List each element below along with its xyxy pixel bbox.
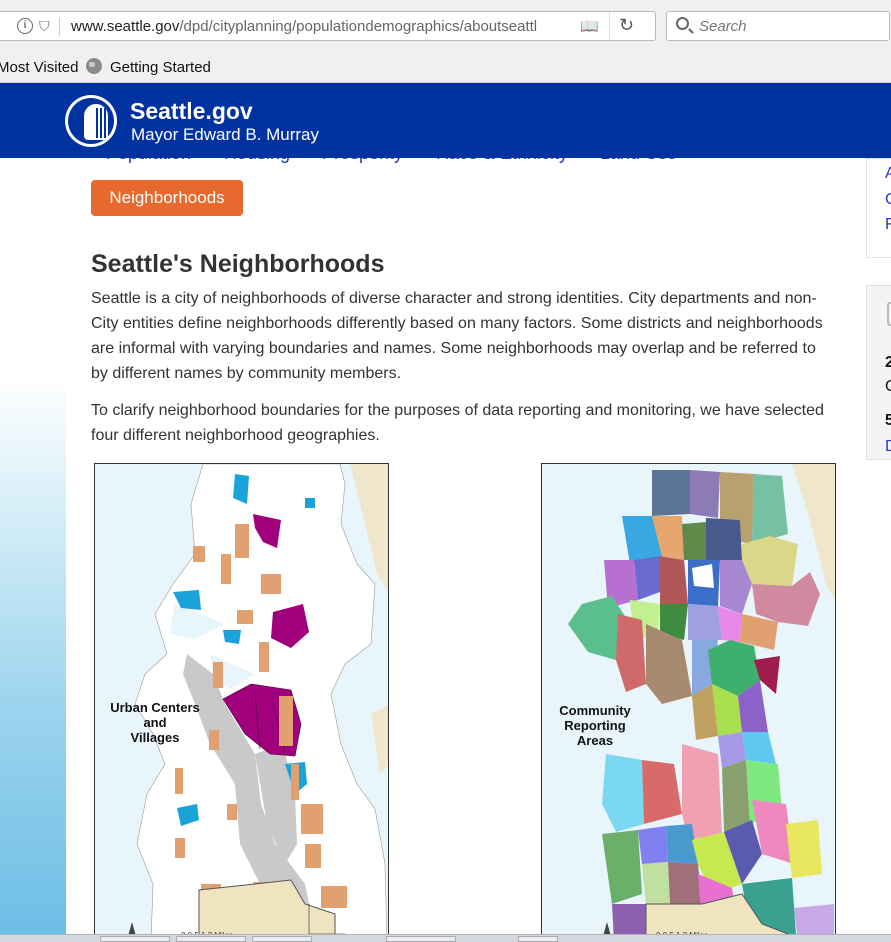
community-areas-map-label: Community Reporting Areas	[559, 703, 631, 748]
reader-view-icon[interactable]: 📖	[580, 17, 602, 35]
globe-icon	[86, 58, 102, 74]
sidebar-panel-stats: 2 C 5 D	[866, 285, 891, 460]
intro-paragraph: Seattle is a city of neighborhoods of di…	[91, 290, 823, 382]
bookmark-most-visited[interactable]: Most Visited	[0, 59, 78, 76]
tab-neighborhoods[interactable]: Neighborhoods	[91, 180, 243, 216]
sidebar-stat-1: 2	[885, 354, 891, 371]
address-separator	[59, 18, 60, 36]
site-header: Seattle.gov Mayor Edward B. Murray	[0, 83, 891, 158]
sidebar-link-3[interactable]: F	[885, 216, 891, 234]
search-box[interactable]: Search	[666, 11, 890, 41]
address-bar[interactable]: i ⛉ www.seattle.gov/dpd/cityplanning/pop…	[0, 11, 656, 41]
sidebar-stat-link[interactable]: D	[885, 438, 891, 456]
geographies-paragraph: To clarify neighborhood boundaries for t…	[91, 402, 824, 444]
bookmark-getting-started[interactable]: Getting Started	[110, 59, 211, 76]
sidebar-stat-2: C	[885, 378, 891, 395]
url-text[interactable]: www.seattle.gov/dpd/cityplanning/populat…	[71, 18, 553, 35]
address-divider	[609, 12, 610, 40]
taskbar-item[interactable]	[386, 936, 456, 942]
panel-icon	[887, 302, 891, 326]
urban-centers-villages-map[interactable]: Urban Centers and Villages 0 0.5 1 2 Mil…	[94, 463, 389, 941]
site-subtitle: Mayor Edward B. Murray	[131, 125, 319, 144]
seattle-logo-icon[interactable]	[65, 95, 117, 147]
shield-icon[interactable]: ⛉	[39, 18, 51, 34]
page-title: Seattle's Neighborhoods	[91, 250, 385, 278]
sidebar-link-1[interactable]: A	[885, 165, 891, 183]
taskbar-item[interactable]	[100, 936, 170, 942]
left-background-strip	[0, 158, 66, 941]
taskbar-item[interactable]	[518, 936, 558, 942]
taskbar-item[interactable]	[176, 936, 246, 942]
urban-villages-map-label: Urban Centers and Villages	[110, 700, 200, 745]
sidebar-stat-3: 5	[885, 412, 891, 429]
browser-toolbar: i ⛉ www.seattle.gov/dpd/cityplanning/pop…	[0, 0, 891, 52]
sidebar-link-2[interactable]: C	[885, 191, 891, 209]
reload-icon[interactable]: ↻	[619, 15, 634, 36]
sidebar-panel-links: A C F	[866, 158, 891, 258]
taskbar-item[interactable]	[252, 936, 312, 942]
bookmarks-toolbar: Most Visited Getting Started	[0, 52, 891, 83]
search-icon	[676, 17, 689, 30]
site-title[interactable]: Seattle.gov	[130, 98, 253, 125]
community-reporting-areas-map[interactable]: Community Reporting Areas 0 0.5 1 2 Mile…	[541, 463, 836, 941]
search-placeholder: Search	[699, 18, 747, 35]
info-icon[interactable]: i	[17, 18, 33, 34]
